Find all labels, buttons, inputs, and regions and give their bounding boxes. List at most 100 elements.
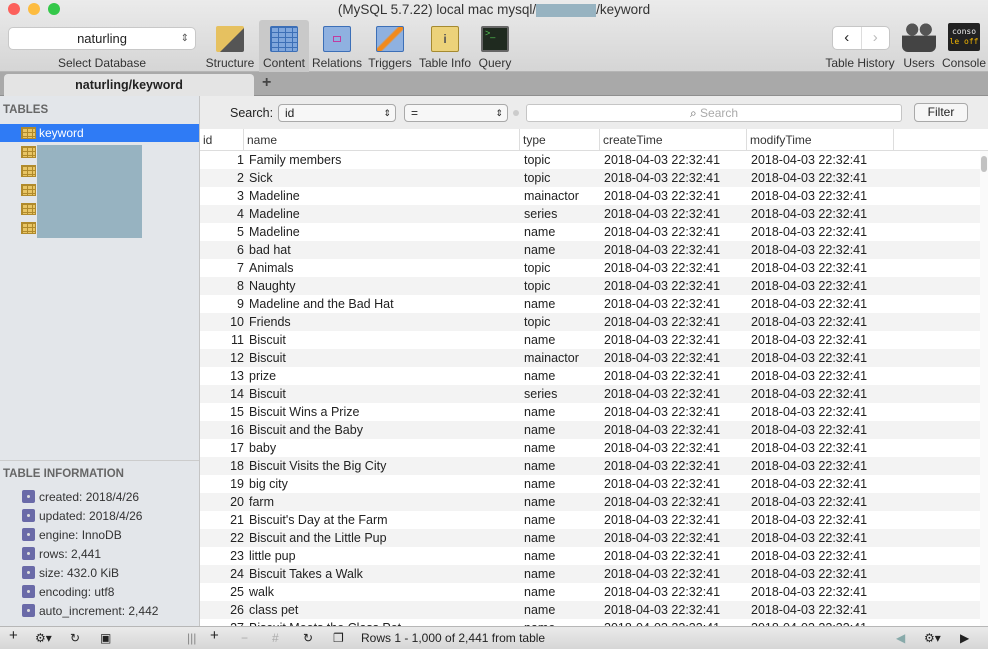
- cell-modifytime[interactable]: 2018-04-03 22:32:41: [751, 295, 867, 313]
- cell-name[interactable]: baby: [249, 439, 276, 457]
- cell-modifytime[interactable]: 2018-04-03 22:32:41: [751, 187, 867, 205]
- table-row[interactable]: 17 baby name 2018-04-03 22:32:41 2018-04-03 …: [200, 439, 982, 457]
- cell-id[interactable]: 9: [200, 295, 244, 313]
- table-info-button[interactable]: i Table Info: [418, 20, 472, 72]
- cell-createtime[interactable]: 2018-04-03 22:32:41: [604, 529, 720, 547]
- cell-createtime[interactable]: 2018-04-03 22:32:41: [604, 583, 720, 601]
- tab-naturling-keyword[interactable]: naturling/keyword: [4, 74, 254, 96]
- cell-type[interactable]: mainactor: [524, 349, 579, 367]
- cell-name[interactable]: Madeline and the Bad Hat: [249, 295, 394, 313]
- cell-name[interactable]: little pup: [249, 547, 296, 565]
- column-header-modifytime[interactable]: modifyTime: [747, 129, 894, 151]
- cell-modifytime[interactable]: 2018-04-03 22:32:41: [751, 313, 867, 331]
- cell-createtime[interactable]: 2018-04-03 22:32:41: [604, 457, 720, 475]
- table-row[interactable]: 14 Biscuit series 2018-04-03 22:32:41 2018-0…: [200, 385, 982, 403]
- table-row[interactable]: 18 Biscuit Visits the Big City name 2018-04…: [200, 457, 982, 475]
- cell-type[interactable]: name: [524, 457, 555, 475]
- cell-modifytime[interactable]: 2018-04-03 22:32:41: [751, 331, 867, 349]
- cell-id[interactable]: 5: [200, 223, 244, 241]
- table-row[interactable]: 8 Naughty topic 2018-04-03 22:32:41 2018-04-…: [200, 277, 982, 295]
- cell-id[interactable]: 1: [200, 151, 244, 169]
- cell-name[interactable]: Naughty: [249, 277, 296, 295]
- cell-modifytime[interactable]: 2018-04-03 22:32:41: [751, 565, 867, 583]
- table-row[interactable]: 5 Madeline name 2018-04-03 22:32:41 2018-04-…: [200, 223, 982, 241]
- cell-modifytime[interactable]: 2018-04-03 22:32:41: [751, 403, 867, 421]
- cell-type[interactable]: name: [524, 223, 555, 241]
- cell-type[interactable]: mainactor: [524, 187, 579, 205]
- cell-name[interactable]: Madeline: [249, 205, 300, 223]
- cell-name[interactable]: bad hat: [249, 241, 291, 259]
- cell-name[interactable]: Biscuit: [249, 349, 286, 367]
- cell-type[interactable]: topic: [524, 169, 550, 187]
- cell-modifytime[interactable]: 2018-04-03 22:32:41: [751, 385, 867, 403]
- column-header-id[interactable]: id: [200, 129, 244, 151]
- table-row[interactable]: 6 bad hat name 2018-04-03 22:32:41 2018-04-0…: [200, 241, 982, 259]
- cell-name[interactable]: Biscuit and the Baby: [249, 421, 363, 439]
- table-row[interactable]: 1 Family members topic 2018-04-03 22:32:41 2…: [200, 151, 982, 169]
- cell-name[interactable]: Family members: [249, 151, 341, 169]
- cell-id[interactable]: 18: [200, 457, 244, 475]
- cell-id[interactable]: 19: [200, 475, 244, 493]
- duplicate-row-button[interactable]: #: [272, 630, 279, 646]
- cell-name[interactable]: Biscuit Visits the Big City: [249, 457, 386, 475]
- cell-name[interactable]: Biscuit Meets the Class Pet: [249, 619, 401, 626]
- cell-name[interactable]: Sick: [249, 169, 273, 187]
- content-button[interactable]: Content: [259, 20, 309, 72]
- cell-name[interactable]: Madeline: [249, 187, 300, 205]
- cell-id[interactable]: 6: [200, 241, 244, 259]
- cell-id[interactable]: 13: [200, 367, 244, 385]
- refresh-content-icon[interactable]: ↻: [303, 630, 313, 646]
- cell-type[interactable]: name: [524, 241, 555, 259]
- cell-modifytime[interactable]: 2018-04-03 22:32:41: [751, 241, 867, 259]
- cell-type[interactable]: name: [524, 493, 555, 511]
- cell-id[interactable]: 23: [200, 547, 244, 565]
- cell-type[interactable]: name: [524, 421, 555, 439]
- cell-modifytime[interactable]: 2018-04-03 22:32:41: [751, 169, 867, 187]
- table-row[interactable]: 10 Friends topic 2018-04-03 22:32:41 2018-04…: [200, 313, 982, 331]
- cell-id[interactable]: 10: [200, 313, 244, 331]
- cell-modifytime[interactable]: 2018-04-03 22:32:41: [751, 223, 867, 241]
- table-row[interactable]: 24 Biscuit Takes a Walk name 2018-04-03 22:…: [200, 565, 982, 583]
- table-row[interactable]: 25 walk name 2018-04-03 22:32:41 2018-04-03 …: [200, 583, 982, 601]
- table-row[interactable]: 23 little pup name 2018-04-03 22:32:41 2018-…: [200, 547, 982, 565]
- table-row[interactable]: 2 Sick topic 2018-04-03 22:32:41 2018-04-03 …: [200, 169, 982, 187]
- forward-button[interactable]: ›: [860, 27, 890, 49]
- cell-createtime[interactable]: 2018-04-03 22:32:41: [604, 385, 720, 403]
- cell-id[interactable]: 12: [200, 349, 244, 367]
- cell-name[interactable]: Biscuit: [249, 385, 286, 403]
- cell-modifytime[interactable]: 2018-04-03 22:32:41: [751, 619, 867, 626]
- table-row[interactable]: 13 prize name 2018-04-03 22:32:41 2018-04-03…: [200, 367, 982, 385]
- table-row[interactable]: 4 Madeline series 2018-04-03 22:32:41 2018-0…: [200, 205, 982, 223]
- cell-id[interactable]: 14: [200, 385, 244, 403]
- cell-modifytime[interactable]: 2018-04-03 22:32:41: [751, 421, 867, 439]
- cell-modifytime[interactable]: 2018-04-03 22:32:41: [751, 511, 867, 529]
- cell-type[interactable]: topic: [524, 277, 550, 295]
- cell-name[interactable]: walk: [249, 583, 274, 601]
- triggers-button[interactable]: Triggers: [365, 20, 415, 72]
- cell-id[interactable]: 21: [200, 511, 244, 529]
- cell-createtime[interactable]: 2018-04-03 22:32:41: [604, 565, 720, 583]
- cell-modifytime[interactable]: 2018-04-03 22:32:41: [751, 457, 867, 475]
- refresh-tables-icon[interactable]: ↻: [70, 630, 80, 646]
- cell-type[interactable]: name: [524, 529, 555, 547]
- column-header-type[interactable]: type: [520, 129, 600, 151]
- table-row[interactable]: 20 farm name 2018-04-03 22:32:41 2018-04-03 …: [200, 493, 982, 511]
- cell-type[interactable]: name: [524, 547, 555, 565]
- vertical-scrollbar[interactable]: [980, 151, 988, 626]
- cell-createtime[interactable]: 2018-04-03 22:32:41: [604, 439, 720, 457]
- cell-createtime[interactable]: 2018-04-03 22:32:41: [604, 601, 720, 619]
- cell-name[interactable]: Biscuit's Day at the Farm: [249, 511, 388, 529]
- cell-type[interactable]: name: [524, 475, 555, 493]
- search-input[interactable]: ⌕ Search: [526, 104, 902, 122]
- cell-id[interactable]: 20: [200, 493, 244, 511]
- cell-id[interactable]: 4: [200, 205, 244, 223]
- cell-modifytime[interactable]: 2018-04-03 22:32:41: [751, 529, 867, 547]
- cell-id[interactable]: 7: [200, 259, 244, 277]
- cell-name[interactable]: Animals: [249, 259, 293, 277]
- cell-modifytime[interactable]: 2018-04-03 22:32:41: [751, 601, 867, 619]
- scroll-thumb[interactable]: [981, 156, 987, 172]
- cell-createtime[interactable]: 2018-04-03 22:32:41: [604, 547, 720, 565]
- table-row[interactable]: 26 class pet name 2018-04-03 22:32:41 2018-0…: [200, 601, 982, 619]
- add-table-button[interactable]: +: [9, 628, 18, 644]
- cell-modifytime[interactable]: 2018-04-03 22:32:41: [751, 151, 867, 169]
